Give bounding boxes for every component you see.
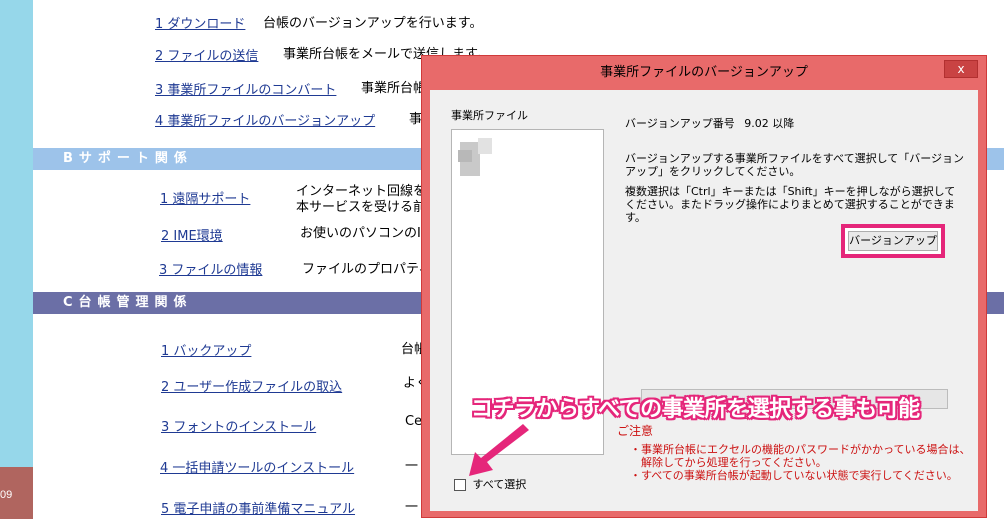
instruction-text-2: 複数選択は「Ctrl」キーまたは「Shift」キーを押しながら選択してください。… bbox=[625, 185, 956, 224]
desc-install-font: Ce bbox=[405, 414, 423, 429]
link-ime[interactable]: 2 IME環境 bbox=[161, 225, 223, 244]
desc-remote-support-2: 本サービスを受ける前1 bbox=[296, 200, 435, 215]
annotation-arrow-icon bbox=[469, 424, 529, 476]
link-backup[interactable]: 1 バックアップ bbox=[161, 340, 251, 359]
close-icon: x bbox=[957, 62, 965, 76]
file-list-label: 事業所ファイル bbox=[451, 109, 528, 122]
notice-title: ご注意 bbox=[617, 424, 654, 438]
version-value: 9.02 以降 bbox=[744, 117, 795, 130]
version-label: バージョンアップ番号 bbox=[625, 117, 735, 130]
annotation-callout: コチラからすべての事業所を選択する事も可能 bbox=[471, 397, 920, 422]
desc-ime: お使いのパソコンのIM bbox=[300, 226, 433, 241]
notice-item: ・すべての事業所台帳が起動していない状態で実行してください。 bbox=[630, 469, 958, 482]
dialog-title: 事業所ファイルのバージョンアップ bbox=[600, 65, 808, 80]
screen: 09 1 ダウンロード 台帳のバージョンアップを行います。 2 ファイルの送信 … bbox=[0, 0, 1004, 519]
link-remote-support[interactable]: 1 遠隔サポート bbox=[160, 188, 250, 207]
desc-install-batch-tool: 一 bbox=[405, 459, 419, 474]
desc-download: 台帳のバージョンアップを行います。 bbox=[263, 16, 483, 31]
left-strip: 09 bbox=[0, 0, 33, 519]
notice-item: 解除してから処理を行ってください。 bbox=[630, 456, 827, 469]
list-item-blurred bbox=[458, 150, 472, 162]
select-all-checkbox[interactable] bbox=[454, 479, 466, 491]
list-item-blurred bbox=[478, 138, 492, 154]
upgrade-button[interactable]: バージョンアップ bbox=[848, 231, 938, 251]
link-import-user-files[interactable]: 2 ユーザー作成ファイルの取込 bbox=[161, 376, 342, 395]
link-version-up[interactable]: 4 事業所ファイルのバージョンアップ bbox=[155, 110, 375, 129]
desc-convert: 事業所台帳 bbox=[361, 81, 427, 96]
link-send-file[interactable]: 2 ファイルの送信 bbox=[155, 45, 258, 64]
link-install-batch-tool[interactable]: 4 一括申請ツールのインストール bbox=[160, 457, 354, 476]
link-download[interactable]: 1 ダウンロード bbox=[155, 13, 245, 32]
instruction-text-1: バージョンアップする事業所ファイルをすべて選択して「バージョンアップ」をクリック… bbox=[625, 152, 965, 178]
link-install-font[interactable]: 3 フォントのインストール bbox=[161, 416, 316, 435]
close-button[interactable]: x bbox=[944, 60, 978, 78]
notice-list: ・事業所台帳にエクセルの機能のパスワードがかかっている場合は、 解除してから処理… bbox=[630, 443, 970, 482]
desc-eapp-manual: 一 bbox=[405, 500, 419, 515]
notice-item: ・事業所台帳にエクセルの機能のパスワードがかかっている場合は、 bbox=[630, 443, 971, 456]
link-eapp-manual[interactable]: 5 電子申請の事前準備マニュアル bbox=[161, 498, 355, 517]
version-info: バージョンアップ番号 9.02 以降 bbox=[625, 115, 794, 131]
link-convert[interactable]: 3 事業所ファイルのコンバート bbox=[155, 79, 336, 98]
side-number: 09 bbox=[0, 489, 13, 501]
upgrade-button-highlight: バージョンアップ bbox=[841, 224, 945, 258]
link-file-info[interactable]: 3 ファイルの情報 bbox=[159, 259, 262, 278]
